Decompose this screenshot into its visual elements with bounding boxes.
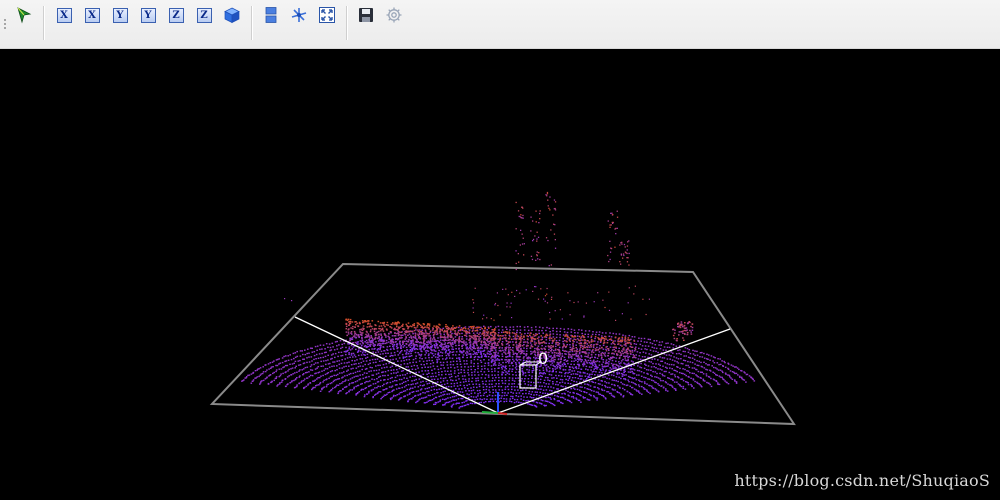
toolbar-separator [43,6,45,40]
settings-button[interactable] [384,5,404,25]
view-y-negative-icon: Y [140,7,156,23]
settings-gear-icon [386,7,402,23]
pointer-tool-button[interactable] [14,5,34,25]
perspective-cube-icon [224,7,240,24]
pointer-tool-icon [17,7,32,24]
split-view-button[interactable] [261,5,281,25]
move-axes-button[interactable] [289,5,309,25]
fit-all-button[interactable] [317,5,337,25]
save-icon [359,8,373,22]
toolbar-separator [251,6,253,40]
object-id-label: 0 [538,349,548,368]
view-z-negative-button[interactable]: Z [194,5,214,25]
watermark-text: https://blog.csdn.net/ShuqiaoS [734,471,990,490]
x-axis [497,412,508,415]
point-cloud [241,191,756,409]
y-axis [481,411,499,414]
save-button[interactable] [356,5,376,25]
view-y-positive-button[interactable]: Y [110,5,130,25]
perspective-cube-button[interactable] [222,5,242,25]
view-x-negative-button[interactable]: X [82,5,102,25]
view-x-positive-button[interactable]: X [54,5,74,25]
toolbar-grip[interactable] [3,18,7,30]
move-axes-icon [291,8,307,22]
toolbar: X X Y Y Z Z [0,0,1000,49]
view-y-negative-button[interactable]: Y [138,5,158,25]
3d-viewport[interactable]: 0 https://blog.csdn.net/ShuqiaoS [0,49,1000,500]
view-x-negative-icon: X [84,7,100,23]
view-z-negative-icon: Z [196,7,212,23]
view-z-positive-button[interactable]: Z [166,5,186,25]
view-z-positive-icon: Z [168,7,184,23]
split-view-icon [265,7,277,23]
view-x-positive-icon: X [56,7,72,23]
view-y-positive-icon: Y [112,7,128,23]
fit-all-icon [319,7,335,23]
toolbar-separator [346,6,348,40]
point-cloud-scene[interactable]: 0 [0,49,1000,500]
